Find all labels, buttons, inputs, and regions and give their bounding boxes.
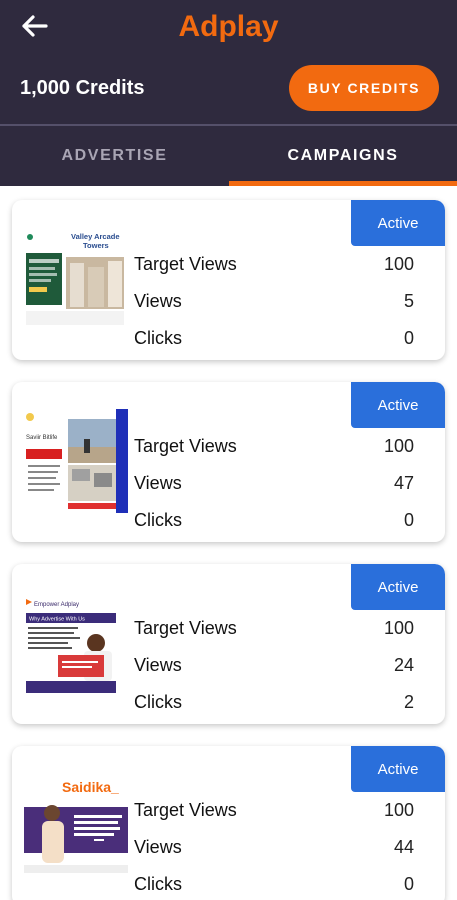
stat-label: Target Views xyxy=(134,254,237,274)
stat-row-clicks: Clicks 0 xyxy=(134,874,414,900)
buy-credits-button[interactable]: BUY CREDITS xyxy=(289,65,439,111)
campaign-thumbnail: Valley Arcade Towers xyxy=(24,227,128,331)
stat-label: Clicks xyxy=(134,874,182,894)
stat-row-views: Views 24 xyxy=(134,655,414,692)
status-badge: Active xyxy=(351,564,445,610)
thumb-text: Empower Adplay xyxy=(34,602,79,608)
ad-creative-image: Valley Arcade Towers xyxy=(24,227,128,331)
campaign-thumbnail: Saviir Bitlife xyxy=(24,409,128,513)
campaign-stats: Target Views 100 Views 24 Clicks 2 xyxy=(134,618,414,724)
stat-row-views: Views 5 xyxy=(134,291,414,328)
stat-value: 100 xyxy=(383,254,414,274)
stat-value: 24 xyxy=(393,655,414,675)
tab-campaigns[interactable]: CAMPAIGNS xyxy=(229,126,457,186)
campaign-card[interactable]: Valley Arcade Towers Active Target Views… xyxy=(12,200,445,360)
stat-value: 47 xyxy=(393,473,414,493)
credits-balance: 1,000 Credits xyxy=(20,77,145,99)
stat-label: Clicks xyxy=(134,328,182,348)
stat-value: 2 xyxy=(403,692,414,712)
app-title: Adplay xyxy=(178,10,279,43)
thumb-text: Saidika_ xyxy=(62,779,119,795)
thumb-text: Saviir Bitlife xyxy=(26,435,58,441)
stat-label: Target Views xyxy=(134,800,237,820)
thumb-text: Why Advertise With Us xyxy=(29,617,85,623)
status-badge: Active xyxy=(351,382,445,428)
stat-value: 100 xyxy=(383,800,414,820)
stat-value: 5 xyxy=(403,291,414,311)
campaign-list[interactable]: Valley Arcade Towers Active Target Views… xyxy=(0,186,457,900)
thumb-text: Towers xyxy=(83,241,109,250)
thumb-text: Valley Arcade xyxy=(71,232,120,241)
campaign-stats: Target Views 100 Views 5 Clicks 0 xyxy=(134,254,414,360)
stat-label: Views xyxy=(134,291,182,311)
ad-creative-image: Saviir Bitlife xyxy=(24,409,128,513)
stat-row-target-views: Target Views 100 xyxy=(134,800,414,837)
app-header: Adplay 1,000 Credits BUY CREDITS ADVERTI… xyxy=(0,0,457,186)
campaign-card[interactable]: Saviir Bitlife Active Target Views 100 V… xyxy=(12,382,445,542)
stat-value: 44 xyxy=(393,837,414,857)
status-badge: Active xyxy=(351,200,445,246)
campaign-stats: Target Views 100 Views 44 Clicks 0 xyxy=(134,800,414,900)
tab-advertise[interactable]: ADVERTISE xyxy=(0,126,229,186)
campaign-card[interactable]: Empower Adplay Why Advertise With Us Act… xyxy=(12,564,445,724)
stat-label: Views xyxy=(134,837,182,857)
stat-row-views: Views 44 xyxy=(134,837,414,874)
campaign-stats: Target Views 100 Views 47 Clicks 0 xyxy=(134,436,414,542)
stat-label: Clicks xyxy=(134,510,182,530)
ad-creative-image: Saidika_ xyxy=(24,773,128,877)
stat-row-views: Views 47 xyxy=(134,473,414,510)
stat-row-clicks: Clicks 0 xyxy=(134,510,414,542)
stat-label: Clicks xyxy=(134,692,182,712)
stat-row-target-views: Target Views 100 xyxy=(134,618,414,655)
stat-value: 100 xyxy=(383,436,414,456)
stat-value: 0 xyxy=(403,874,414,894)
status-badge: Active xyxy=(351,746,445,792)
stat-label: Target Views xyxy=(134,618,237,638)
stat-label: Views xyxy=(134,655,182,675)
campaign-thumbnail: Saidika_ xyxy=(24,773,128,877)
stat-value: 0 xyxy=(403,328,414,348)
ad-creative-image: Empower Adplay Why Advertise With Us xyxy=(24,591,128,695)
stat-value: 100 xyxy=(383,618,414,638)
stat-row-clicks: Clicks 0 xyxy=(134,328,414,360)
stat-row-target-views: Target Views 100 xyxy=(134,436,414,473)
campaign-thumbnail: Empower Adplay Why Advertise With Us xyxy=(24,591,128,695)
stat-row-clicks: Clicks 2 xyxy=(134,692,414,724)
stat-label: Views xyxy=(134,473,182,493)
stat-row-target-views: Target Views 100 xyxy=(134,254,414,291)
stat-value: 0 xyxy=(403,510,414,530)
stat-label: Target Views xyxy=(134,436,237,456)
campaign-card[interactable]: Saidika_ Active Target Views 100 Views 4… xyxy=(12,746,445,900)
